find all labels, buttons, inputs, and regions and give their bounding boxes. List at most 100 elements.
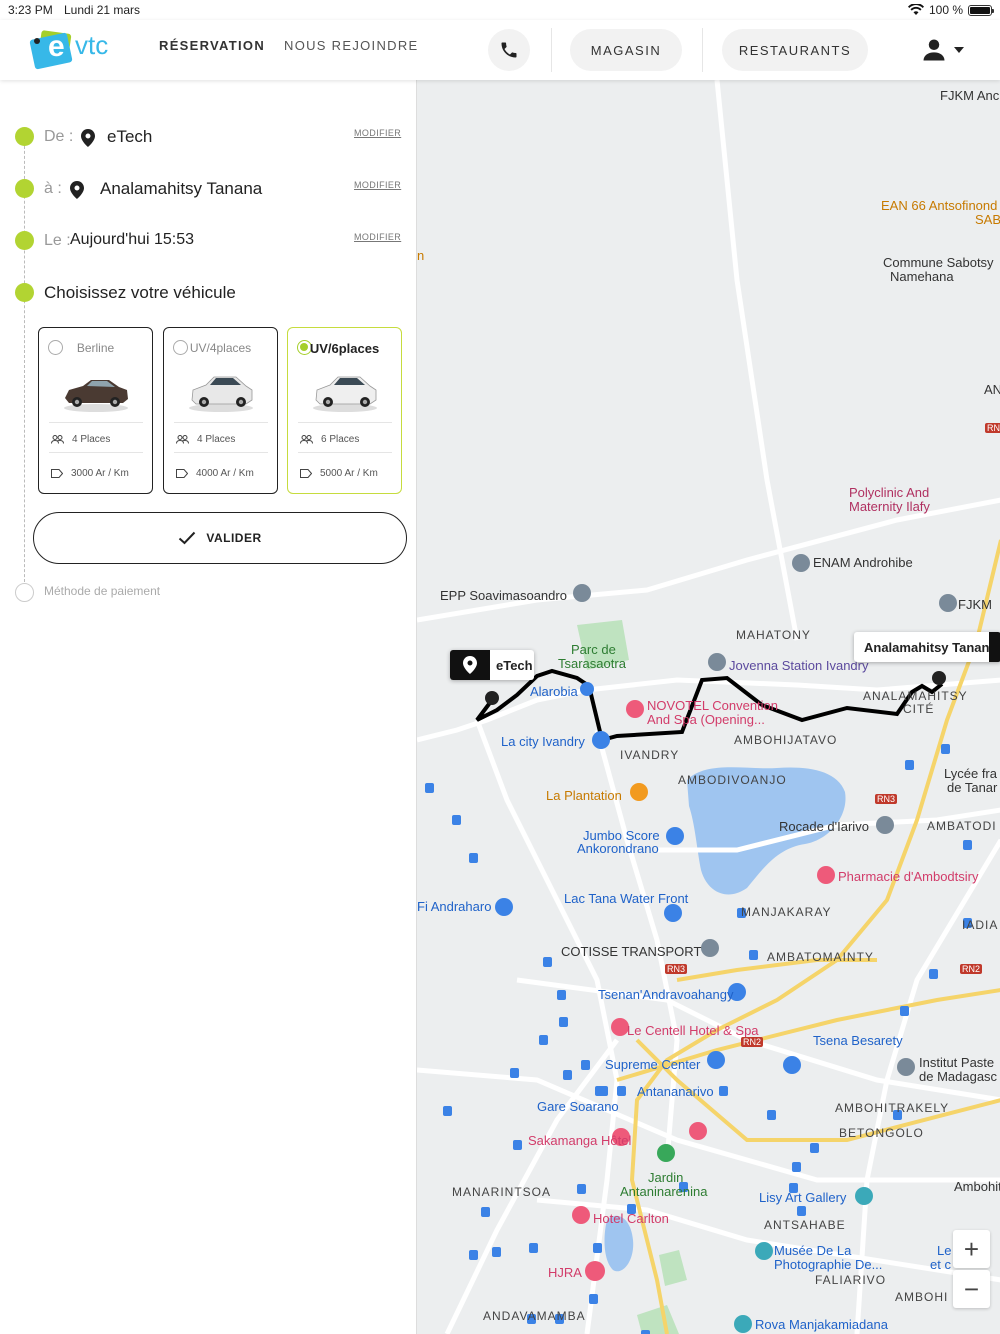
map-place-label: Tsenan'Andravoahangy <box>598 987 734 1002</box>
location-pin-icon <box>70 181 84 199</box>
map-place-label: Gare Soarano <box>537 1099 619 1114</box>
magasin-button[interactable]: MAGASIN <box>570 29 682 71</box>
destination-callout[interactable]: Analamahitsy Tanan <box>854 632 1000 662</box>
evtc-logo[interactable]: e vtc <box>29 28 120 72</box>
vehicle-price-row: 5000 Ar / Km <box>300 468 378 479</box>
people-icon <box>300 435 313 444</box>
map-place-label: Commune Sabotsy <box>883 255 994 270</box>
payment-method-label: Méthode de paiement <box>44 584 161 598</box>
top-navigation: e vtc RÉSERVATION NOUS REJOINDRE MAGASIN… <box>0 20 1000 80</box>
map-place-label: RN3 <box>665 964 688 974</box>
card-divider <box>298 422 392 423</box>
map-place-label: Rova Manjakamiadana <box>755 1317 888 1332</box>
logo-vtc: vtc <box>75 30 109 60</box>
map-place-label: La Plantation <box>546 788 622 803</box>
step-dot-vehicle <box>15 283 34 302</box>
map-place-label: et c <box>930 1257 951 1272</box>
suv-car-image <box>313 376 377 412</box>
vehicle-price-row: 4000 Ar / Km <box>176 468 254 479</box>
logo-dot <box>34 38 40 44</box>
map-place-label: SAB/Na <box>975 212 1000 227</box>
nav-join-us[interactable]: NOUS REJOINDRE <box>284 38 419 53</box>
map-place-label: RN <box>985 423 1000 433</box>
map-place-label: Pharmacie d'Ambodtsiry <box>838 869 979 884</box>
step-dot-date <box>15 231 34 250</box>
map-place-label: BETONGOLO <box>839 1126 924 1140</box>
park-shape <box>659 1250 687 1286</box>
location-pin-icon <box>463 656 477 674</box>
vehicle-name: Berline <box>76 341 115 355</box>
map-place-label: Lycée fra <box>944 766 997 781</box>
map-place-label: Jardin <box>648 1170 684 1185</box>
map-place-label: Ambohitsair <box>954 1179 1000 1194</box>
from-value: eTech <box>107 127 153 146</box>
map-place-label: Musée De La <box>774 1243 852 1258</box>
map-place-label: FJKM Anc <box>940 88 1000 103</box>
map-place-label: AMBATOMAINTY <box>767 950 874 964</box>
map-place-label: AMBODIVOANJO <box>678 773 787 787</box>
sedan-car-image <box>64 380 128 412</box>
map-place-label: Tsarasaotra <box>558 656 626 671</box>
map-place-label: RN2 <box>741 1037 764 1047</box>
header-divider <box>551 28 552 72</box>
restaurants-button[interactable]: RESTAURANTS <box>722 29 868 71</box>
modify-from-link[interactable]: MODIFIER <box>354 128 401 138</box>
zoom-out-button[interactable]: − <box>953 1270 990 1308</box>
vehicle-price: 4000 Ar / Km <box>196 468 254 479</box>
vehicle-places: 4 Places <box>72 434 111 445</box>
vehicle-capacity: 6 Places <box>300 434 359 445</box>
map-place-label: HJRA <box>548 1265 582 1280</box>
map-place-label: FALIARIVO <box>815 1273 887 1287</box>
price-tag-icon <box>51 469 63 478</box>
destination-marker[interactable] <box>932 671 946 685</box>
battery-icon <box>968 4 994 16</box>
vehicle-name: UV/4places <box>189 341 252 355</box>
map-place-label: Rocade d'Iarivo <box>779 819 869 834</box>
date-label: Le : <box>44 232 71 249</box>
timeline-line <box>24 136 25 592</box>
zoom-in-button[interactable]: + <box>953 1230 990 1268</box>
map-place-label: de Madagasc <box>919 1069 998 1084</box>
map-place-label: ANTSAHABE <box>764 1218 846 1232</box>
phone-button[interactable] <box>488 29 530 71</box>
map-place-label: Antaninarenina <box>620 1184 708 1199</box>
map-place-label: Alarobia <box>530 684 578 699</box>
map-place-label: Fi Andraharo <box>417 899 492 914</box>
map-place-label: de Tanar <box>947 780 998 795</box>
card-divider <box>298 452 392 453</box>
modify-to-link[interactable]: MODIFIER <box>354 180 401 190</box>
origin-callout-pin <box>450 650 490 680</box>
map-place-label: NOVOTEL Convention <box>647 698 779 713</box>
vehicle-card-uv4[interactable]: UV/4places 4 Places 4000 Ar / Km <box>163 327 278 494</box>
map-place-label: n <box>417 248 425 263</box>
map-place-label: AN <box>984 382 1000 397</box>
validate-button[interactable]: VALIDER <box>33 512 407 564</box>
header-divider <box>702 28 703 72</box>
phone-icon <box>501 42 517 58</box>
step-dot-payment <box>15 583 34 602</box>
nav-reservation[interactable]: RÉSERVATION <box>159 38 265 53</box>
card-divider <box>49 422 143 423</box>
map-view[interactable]: FJKM Anc EAN 66 AntsofinondSAB/Na Commune … <box>416 80 1000 1334</box>
caret-down-icon <box>954 47 964 53</box>
origin-marker[interactable] <box>485 691 499 705</box>
card-divider <box>49 452 143 453</box>
vehicle-capacity: 4 Places <box>51 434 110 445</box>
vehicle-places: 4 Places <box>197 434 236 445</box>
map-place-label: Tsena Besarety <box>813 1033 903 1048</box>
modify-date-link[interactable]: MODIFIER <box>354 232 401 242</box>
map-place-label: MANJAKARAY <box>741 905 832 919</box>
vehicle-card-berline[interactable]: Berline 4 Places 3000 Ar / Km <box>38 327 153 494</box>
origin-callout[interactable]: eTech <box>450 650 534 680</box>
vehicle-card-uv6[interactable]: UV/6places 6 Places 5000 Ar / Km <box>287 327 402 494</box>
map-place-label: RN3 <box>875 794 898 804</box>
map-place-label: Le <box>937 1243 952 1258</box>
status-time: 3:23 PM <box>8 3 53 17</box>
map-place-label: Le Centell Hotel & Spa <box>627 1023 759 1038</box>
map-place-label: Maternity Ilafy <box>849 499 930 514</box>
map-place-label: ANDAVAMAMBA <box>483 1309 586 1323</box>
user-menu[interactable] <box>920 32 970 68</box>
people-icon <box>51 435 64 444</box>
map-place-label: La city Ivandry <box>501 734 585 749</box>
map-place-label: MANARINTSOA <box>452 1185 552 1199</box>
